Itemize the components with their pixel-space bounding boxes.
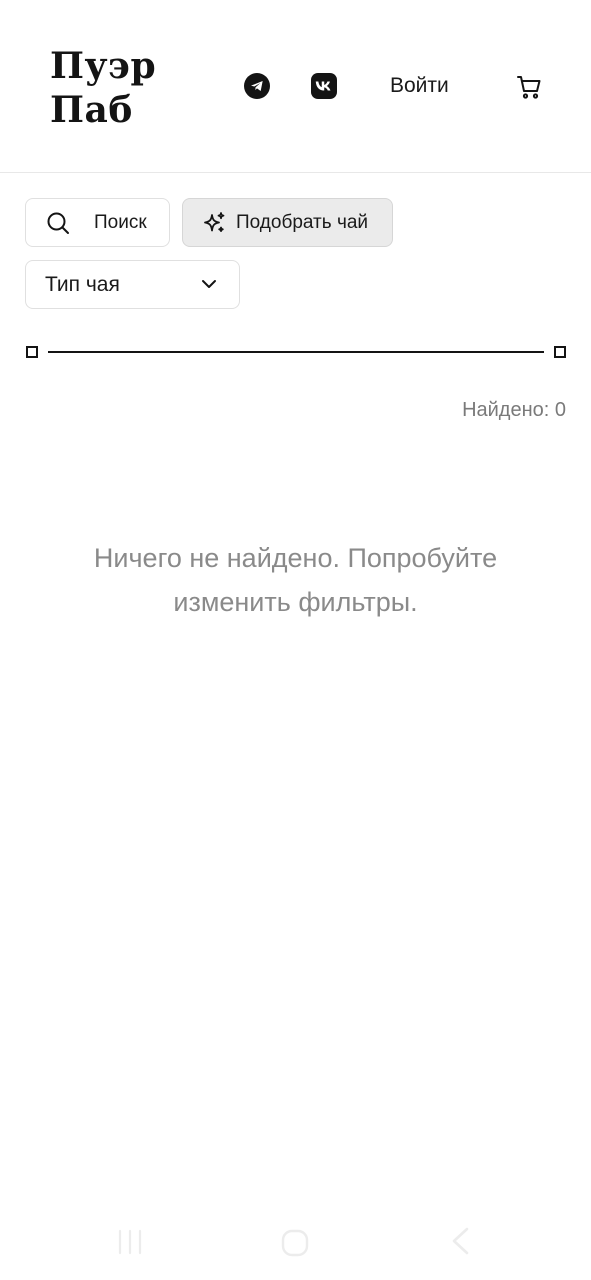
search-button-label: Поиск — [94, 212, 147, 233]
back-icon[interactable] — [448, 1226, 474, 1256]
search-icon — [46, 211, 70, 235]
range-slider-min-handle[interactable] — [26, 346, 38, 358]
empty-results-message: Ничего не найдено. Попробуйте изменить ф… — [40, 536, 551, 624]
empty-message-line-1: Ничего не найдено. Попробуйте — [93, 543, 498, 573]
home-icon[interactable] — [280, 1228, 310, 1258]
tea-type-select[interactable]: Тип чая — [25, 260, 240, 309]
range-slider-max-handle[interactable] — [554, 346, 566, 358]
logo[interactable]: Пуэр Паб — [50, 44, 156, 132]
telegram-icon[interactable] — [244, 73, 270, 99]
range-slider-track[interactable] — [48, 351, 544, 353]
cart-icon[interactable] — [515, 73, 543, 101]
login-link[interactable]: Войти — [390, 72, 449, 100]
recent-apps-icon[interactable] — [116, 1228, 144, 1256]
logo-line-1: Пуэр — [50, 45, 157, 87]
tea-type-label: Тип чая — [45, 273, 120, 296]
vk-icon[interactable] — [311, 73, 337, 99]
pick-tea-label: Подобрать чай — [236, 212, 369, 233]
range-slider[interactable] — [24, 344, 568, 360]
chevron-down-icon — [198, 273, 220, 295]
system-navigation-bar — [0, 1210, 591, 1280]
pick-tea-button[interactable]: Подобрать чай — [182, 198, 393, 247]
sparkles-icon — [202, 211, 227, 236]
search-button[interactable]: Поиск — [25, 198, 170, 247]
empty-message-line-2: изменить фильтры. — [173, 587, 418, 617]
logo-line-2: Паб — [50, 89, 133, 131]
results-count: Найдено: 0 — [462, 399, 566, 421]
site-header: Пуэр Паб Войти — [0, 0, 591, 173]
